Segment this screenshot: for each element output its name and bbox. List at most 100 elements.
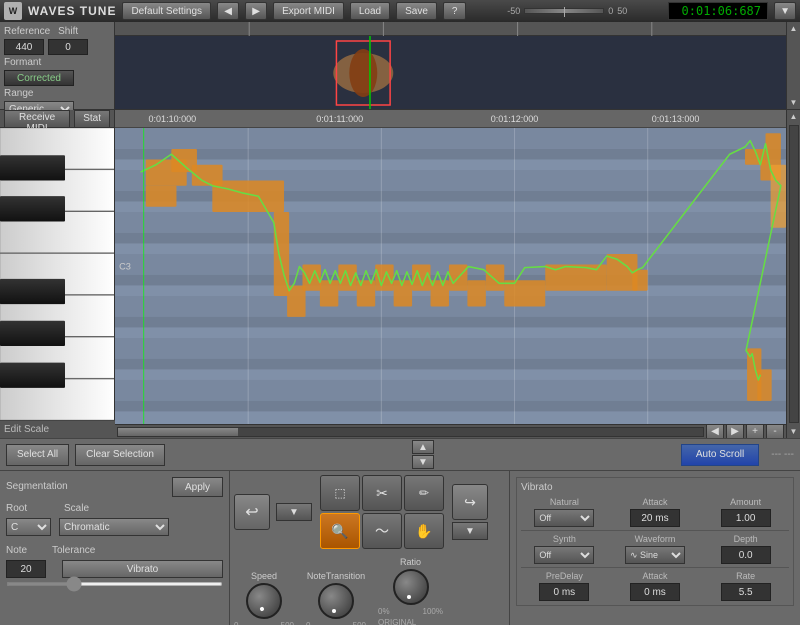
piano-keys xyxy=(0,128,115,420)
attack-input[interactable]: 20 ms xyxy=(630,509,680,527)
root-dropdown[interactable]: CC#DD# EFF#G xyxy=(6,518,51,536)
time-marker-1: 0:01:10:000 xyxy=(149,114,197,124)
waveform-col: Waveform ∿ Sine▲ Triangle⊓ Square xyxy=(612,534,699,564)
tools-down-button[interactable]: ▼ xyxy=(276,503,312,521)
attack2-input[interactable]: 0 ms xyxy=(630,583,680,601)
piano-keys-area: Receive MIDI Stat xyxy=(0,110,115,438)
rate-col: Rate 5.5 xyxy=(702,571,789,601)
attack-col: Attack 20 ms xyxy=(612,497,699,527)
attack-col-label: Attack xyxy=(642,497,667,507)
nav-back-button[interactable]: ◀ xyxy=(217,2,239,20)
tool-buttons-group: ⬚ ✂ ✏ 🔍 〜 ✋ xyxy=(320,475,444,549)
shift-input[interactable] xyxy=(48,39,88,55)
predelay-col: PreDelay 0 ms xyxy=(521,571,608,601)
export-midi-button[interactable]: Export MIDI xyxy=(273,2,344,20)
note-label: Note xyxy=(6,545,36,556)
h-scrollbar[interactable] xyxy=(117,427,704,437)
curve-tool-button[interactable]: 〜 xyxy=(362,513,402,549)
redo-button[interactable]: ↪ xyxy=(452,484,488,520)
arrow-up-button[interactable]: ▲ xyxy=(412,440,434,454)
nav-forward-button[interactable]: ▶ xyxy=(245,2,267,20)
synth-col-label: Synth xyxy=(553,534,576,544)
ratio-knob[interactable] xyxy=(393,569,429,605)
help-button[interactable]: ? xyxy=(443,2,467,20)
roll-scroll-up[interactable]: ▲ xyxy=(788,110,800,123)
amount-col-label: Amount xyxy=(730,497,761,507)
auto-scroll-value: --- --- xyxy=(771,449,794,460)
main-bottom-panel: Segmentation Apply Root Scale CC#DD# EFF… xyxy=(0,470,800,625)
undo-button[interactable]: ↩ xyxy=(234,494,270,530)
bottom-controls-row: Select All Clear Selection ▲ ▼ Auto Scro… xyxy=(0,438,800,470)
v-scroll-track[interactable] xyxy=(789,125,799,423)
select-all-button[interactable]: Select All xyxy=(6,444,69,466)
rate-input[interactable]: 5.5 xyxy=(721,583,771,601)
roll-header: 0:01:10:000 0:01:11:000 0:01:12:000 0:01… xyxy=(115,110,786,128)
vibrato-title: Vibrato xyxy=(521,482,789,493)
roll-scroll-down[interactable]: ▼ xyxy=(788,425,800,438)
app-title: WAVES TUNE xyxy=(28,4,116,18)
overview-area xyxy=(115,22,786,109)
pitch-zero: 0 xyxy=(608,6,613,16)
note-transition-knob[interactable] xyxy=(318,583,354,619)
time-display: 0:01:06:687 xyxy=(668,2,768,20)
magnify-tool-button[interactable]: 🔍 xyxy=(320,513,360,549)
attack2-col: Attack 0 ms xyxy=(612,571,699,601)
reference-input[interactable] xyxy=(4,39,44,55)
receive-midi-button[interactable]: Receive MIDI xyxy=(4,110,70,128)
apply-button[interactable]: Apply xyxy=(172,477,223,497)
save-button[interactable]: Save xyxy=(396,2,437,20)
piano-keyboard-svg xyxy=(0,128,115,420)
note-transition-knob-group: NoteTransition 0 500 ms ms 120 xyxy=(306,571,366,625)
natural-col-label: Natural xyxy=(550,497,579,507)
auto-scroll-button[interactable]: Auto Scroll xyxy=(681,444,759,466)
piano-roll-main: 0:01:10:000 0:01:11:000 0:01:12:000 0:01… xyxy=(115,110,786,438)
time-menu-button[interactable]: ▼ xyxy=(774,2,796,20)
arrow-cluster: ▲ ▼ xyxy=(412,440,434,469)
h-scrollbar-area: ◀ ▶ + - xyxy=(115,424,786,438)
select-tool-button[interactable]: ⬚ xyxy=(320,475,360,511)
pitch-roll-svg: C3 xyxy=(115,128,786,424)
speed-knob[interactable] xyxy=(246,583,282,619)
note-transition-label: NoteTransition xyxy=(307,571,365,581)
formant-corrected-button[interactable]: Corrected xyxy=(4,70,74,86)
scissors-tool-button[interactable]: ✂ xyxy=(362,475,402,511)
speed-min: 0 xyxy=(234,621,238,625)
center-tools-panel: ↩ ▼ ⬚ ✂ ✏ 🔍 〜 ✋ ↪ ▼ xyxy=(230,471,510,625)
tools-down2-button[interactable]: ▼ xyxy=(452,522,488,540)
speed-knob-group: Speed 0 500 ms ms 15 xyxy=(234,571,294,625)
ratio-min: 0% xyxy=(378,607,390,616)
depth-input[interactable]: 0.0 xyxy=(721,546,771,564)
default-settings-button[interactable]: Default Settings xyxy=(122,2,211,20)
scroll-down-arrow[interactable]: ▼ xyxy=(788,96,800,109)
overview-waveform xyxy=(115,36,786,109)
pitch-plus50: 50 xyxy=(617,6,627,16)
waveform-dropdown[interactable]: ∿ Sine▲ Triangle⊓ Square xyxy=(625,546,685,564)
hand-tool-button[interactable]: ✋ xyxy=(404,513,444,549)
predelay-input[interactable]: 0 ms xyxy=(539,583,589,601)
amount-col: Amount 1.00 xyxy=(702,497,789,527)
stat-button[interactable]: Stat xyxy=(74,110,110,128)
shift-label: Shift xyxy=(58,26,98,37)
synth-dropdown[interactable]: OffOn xyxy=(534,546,594,564)
title-bar: W WAVES TUNE Default Settings ◀ ▶ Export… xyxy=(0,0,800,22)
arrow-down-button[interactable]: ▼ xyxy=(412,455,434,469)
ratio-label: Ratio xyxy=(400,557,421,567)
load-button[interactable]: Load xyxy=(350,2,390,20)
roll-right-scroll: ▲ ▼ xyxy=(786,110,800,438)
app-logo: W xyxy=(4,2,22,20)
amount-input[interactable]: 1.00 xyxy=(721,509,771,527)
segmentation-title: Segmentation xyxy=(6,481,68,493)
tolerance-slider[interactable] xyxy=(6,582,223,586)
vibrato-panel: Vibrato Natural OffOn Attack 20 ms Amou xyxy=(510,471,800,625)
pitch-minus50: -50 xyxy=(507,6,520,16)
depth-col: Depth 0.0 xyxy=(702,534,789,564)
clear-selection-button[interactable]: Clear Selection xyxy=(75,444,165,466)
pencil-tool-button[interactable]: ✏ xyxy=(404,475,444,511)
speed-max: 500 xyxy=(281,621,294,625)
scale-dropdown[interactable]: ChromaticMajorMinor DorianMixolydian xyxy=(59,518,169,536)
left-controls: Reference Shift Formant Corrected Range … xyxy=(0,22,115,109)
natural-dropdown[interactable]: OffOn xyxy=(534,509,594,527)
scroll-up-arrow[interactable]: ▲ xyxy=(788,22,800,35)
ratio-knob-group: Ratio 0% 100% ORIGINAL CORRECTION 100 xyxy=(378,557,443,625)
speed-label: Speed xyxy=(251,571,277,581)
